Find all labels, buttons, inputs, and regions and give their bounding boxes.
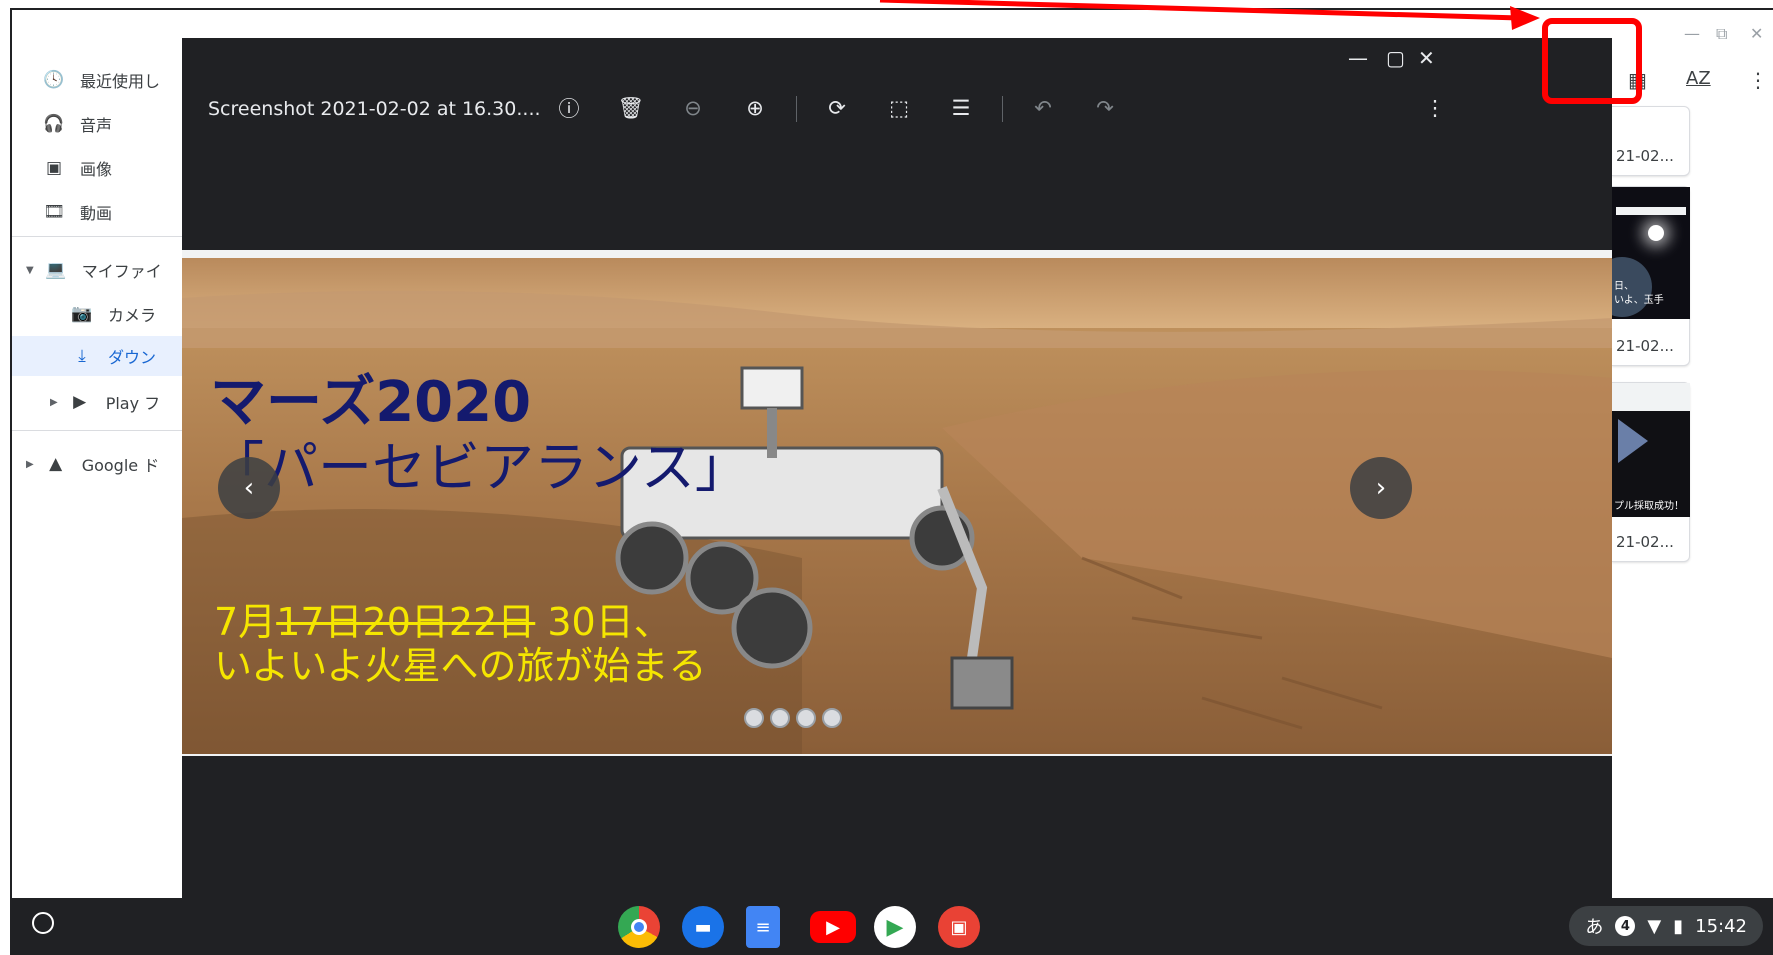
clock-time: 15:42 — [1695, 915, 1747, 937]
photo-title: マーズ2020 — [210, 370, 532, 435]
photo-date-text: 7月17日20日22日 30日、 いよいよ火星への旅が始まる — [214, 600, 707, 688]
next-image-button[interactable]: › — [1350, 457, 1412, 519]
ime-indicator: あ — [1585, 917, 1604, 938]
download-icon: ⤓ — [78, 346, 86, 366]
sidebar-item-play-files[interactable]: ▶ ▶ Play フ — [50, 382, 160, 422]
undo-icon[interactable]: ↶ — [1028, 93, 1058, 123]
clock-icon: 🕓 — [43, 70, 65, 90]
chrome-app-icon[interactable] — [618, 906, 660, 948]
carousel-dot[interactable] — [796, 708, 816, 728]
sidebar-item-recent[interactable]: 🕓 最近使用し — [42, 60, 160, 100]
sidebar-divider — [12, 430, 182, 431]
sidebar-item-downloads[interactable]: ⤓ ダウン — [12, 336, 182, 376]
sidebar-divider — [12, 236, 182, 237]
sidebar-item-label: 画像 — [80, 160, 113, 179]
carousel-dots — [744, 708, 842, 728]
previous-image-button[interactable]: ‹ — [218, 457, 280, 519]
sort-button[interactable]: AZ — [1686, 68, 1711, 89]
battery-icon: ▮ — [1673, 915, 1684, 937]
photo-subtitle: 「パーセビアランス」 — [210, 436, 749, 499]
crop-icon[interactable]: ⬚ — [884, 93, 914, 123]
shelf: ▬ ≡ ▶ ▶ ▣ あ 4 ▼ ▮ 15:42 — [12, 898, 1773, 955]
youtube-app-icon[interactable]: ▶ — [810, 911, 856, 943]
carousel-dot[interactable] — [744, 708, 764, 728]
file-thumbnail[interactable]: プル採取成功！ 21-02... — [1612, 382, 1690, 562]
sidebar-item-label: ダウン — [108, 348, 157, 367]
movie-icon: 🎞 — [43, 202, 65, 222]
carousel-dot[interactable] — [822, 708, 842, 728]
rotate-icon[interactable]: ⟳ — [822, 93, 852, 123]
headphones-icon: 🎧 — [43, 114, 65, 134]
annotation-arrow — [879, 0, 1540, 30]
more-vert-icon[interactable]: ⋮ — [1420, 93, 1450, 123]
zoom-in-icon[interactable]: ⊕ — [740, 93, 770, 123]
wifi-icon: ▼ — [1647, 915, 1662, 937]
sidebar-item-label: 最近使用し — [80, 72, 161, 91]
status-tray[interactable]: あ 4 ▼ ▮ 15:42 — [1569, 906, 1763, 946]
sidebar-item-images[interactable]: ▣ 画像 — [42, 148, 112, 188]
delete-icon[interactable]: 🗑 — [616, 93, 646, 123]
gallery-app-icon[interactable]: ▣ — [938, 906, 980, 948]
laptop-icon: 💻 — [45, 260, 67, 280]
expand-triangle-icon[interactable]: ▶ — [50, 397, 58, 408]
play-store-app-icon[interactable]: ▶ — [874, 906, 916, 948]
files-app-icon[interactable]: ▬ — [682, 906, 724, 948]
notification-count-badge: 4 — [1615, 916, 1636, 936]
sidebar-item-camera[interactable]: 📷 カメラ — [70, 294, 156, 334]
sidebar-item-videos[interactable]: 🎞 動画 — [42, 192, 112, 232]
gallery-viewer-window: — ▢ ✕ Screenshot 2021-02-02 at 16.30....… — [182, 38, 1612, 900]
chromeos-screen: 🕓 最近使用し 🎧 音声 ▣ 画像 🎞 動画 ▼ 💻 マイファイ 📷 カメラ ⤓… — [10, 8, 1773, 955]
file-thumbnail[interactable]: 日、 いよ、玉手 21-02... — [1612, 186, 1690, 366]
sidebar-item-audio[interactable]: 🎧 音声 — [42, 104, 112, 144]
file-title: Screenshot 2021-02-02 at 16.30.... — [208, 98, 541, 120]
sidebar-item-label: 動画 — [80, 204, 113, 223]
more-vert-icon[interactable]: ⋮ — [1748, 68, 1768, 92]
sidebar-item-my-files[interactable]: ▼ 💻 マイファイ — [26, 250, 162, 290]
zoom-out-icon[interactable]: ⊖ — [678, 93, 708, 123]
launcher-button[interactable] — [32, 912, 54, 934]
redo-icon[interactable]: ↷ — [1090, 93, 1120, 123]
camera-icon: 📷 — [71, 304, 93, 324]
info-icon[interactable]: ⓘ — [554, 93, 584, 123]
sidebar-item-label: マイファイ — [81, 262, 162, 281]
carousel-dot[interactable] — [770, 708, 790, 728]
drive-icon: ▲ — [49, 454, 63, 474]
sidebar-item-google-drive[interactable]: ▶ ▲ Google ド — [26, 444, 159, 484]
play-icon: ▶ — [73, 392, 87, 412]
image-icon: ▣ — [45, 158, 63, 178]
expand-triangle-icon[interactable]: ▼ — [26, 265, 34, 276]
sidebar-item-label: カメラ — [108, 306, 157, 325]
sidebar-item-label: Google ド — [81, 456, 160, 475]
docs-app-icon[interactable]: ≡ — [746, 906, 780, 948]
adjust-icon[interactable]: ☰ — [946, 93, 976, 123]
file-thumbnail[interactable]: 21-02... — [1612, 106, 1690, 176]
sidebar-item-label: 音声 — [80, 116, 113, 135]
expand-triangle-icon[interactable]: ▶ — [26, 459, 34, 470]
sidebar-item-label: Play フ — [105, 394, 161, 413]
